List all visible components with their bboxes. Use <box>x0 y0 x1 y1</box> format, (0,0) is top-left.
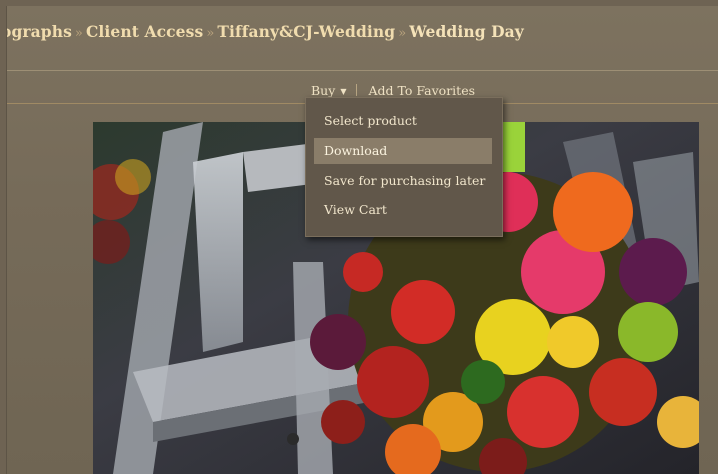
breadcrumb-link-gallery[interactable]: Tiffany&CJ-Wedding <box>217 22 395 41</box>
breadcrumb: ographs» Client Access» Tiffany&CJ-Wedding… <box>7 22 524 46</box>
breadcrumb-separator: » <box>74 26 83 41</box>
menu-item-select-product[interactable]: Select product <box>314 108 492 134</box>
menu-item-view-cart[interactable]: View Cart <box>314 197 492 223</box>
breadcrumb-link-client-access[interactable]: Client Access <box>86 22 203 41</box>
menu-item-save-for-later[interactable]: Save for purchasing later <box>314 168 492 194</box>
chevron-down-icon: ▼ <box>340 87 347 96</box>
breadcrumb-current-page: Wedding Day <box>409 22 524 41</box>
breadcrumb-separator: » <box>206 26 215 41</box>
action-divider <box>356 84 358 96</box>
buy-button-label: Buy <box>311 83 336 98</box>
buy-dropdown-menu: Select product Download Save for purchas… <box>305 97 503 237</box>
add-to-favorites-link[interactable]: Add To Favorites <box>368 83 475 98</box>
breadcrumb-separator: » <box>398 26 407 41</box>
header-divider <box>7 70 718 71</box>
menu-item-download[interactable]: Download <box>314 138 492 164</box>
buy-menu-button[interactable]: Buy ▼ <box>311 83 346 98</box>
breadcrumb-link-photographs[interactable]: ographs <box>7 22 72 41</box>
gallery-page: ographs» Client Access» Tiffany&CJ-Wedding… <box>6 6 718 474</box>
